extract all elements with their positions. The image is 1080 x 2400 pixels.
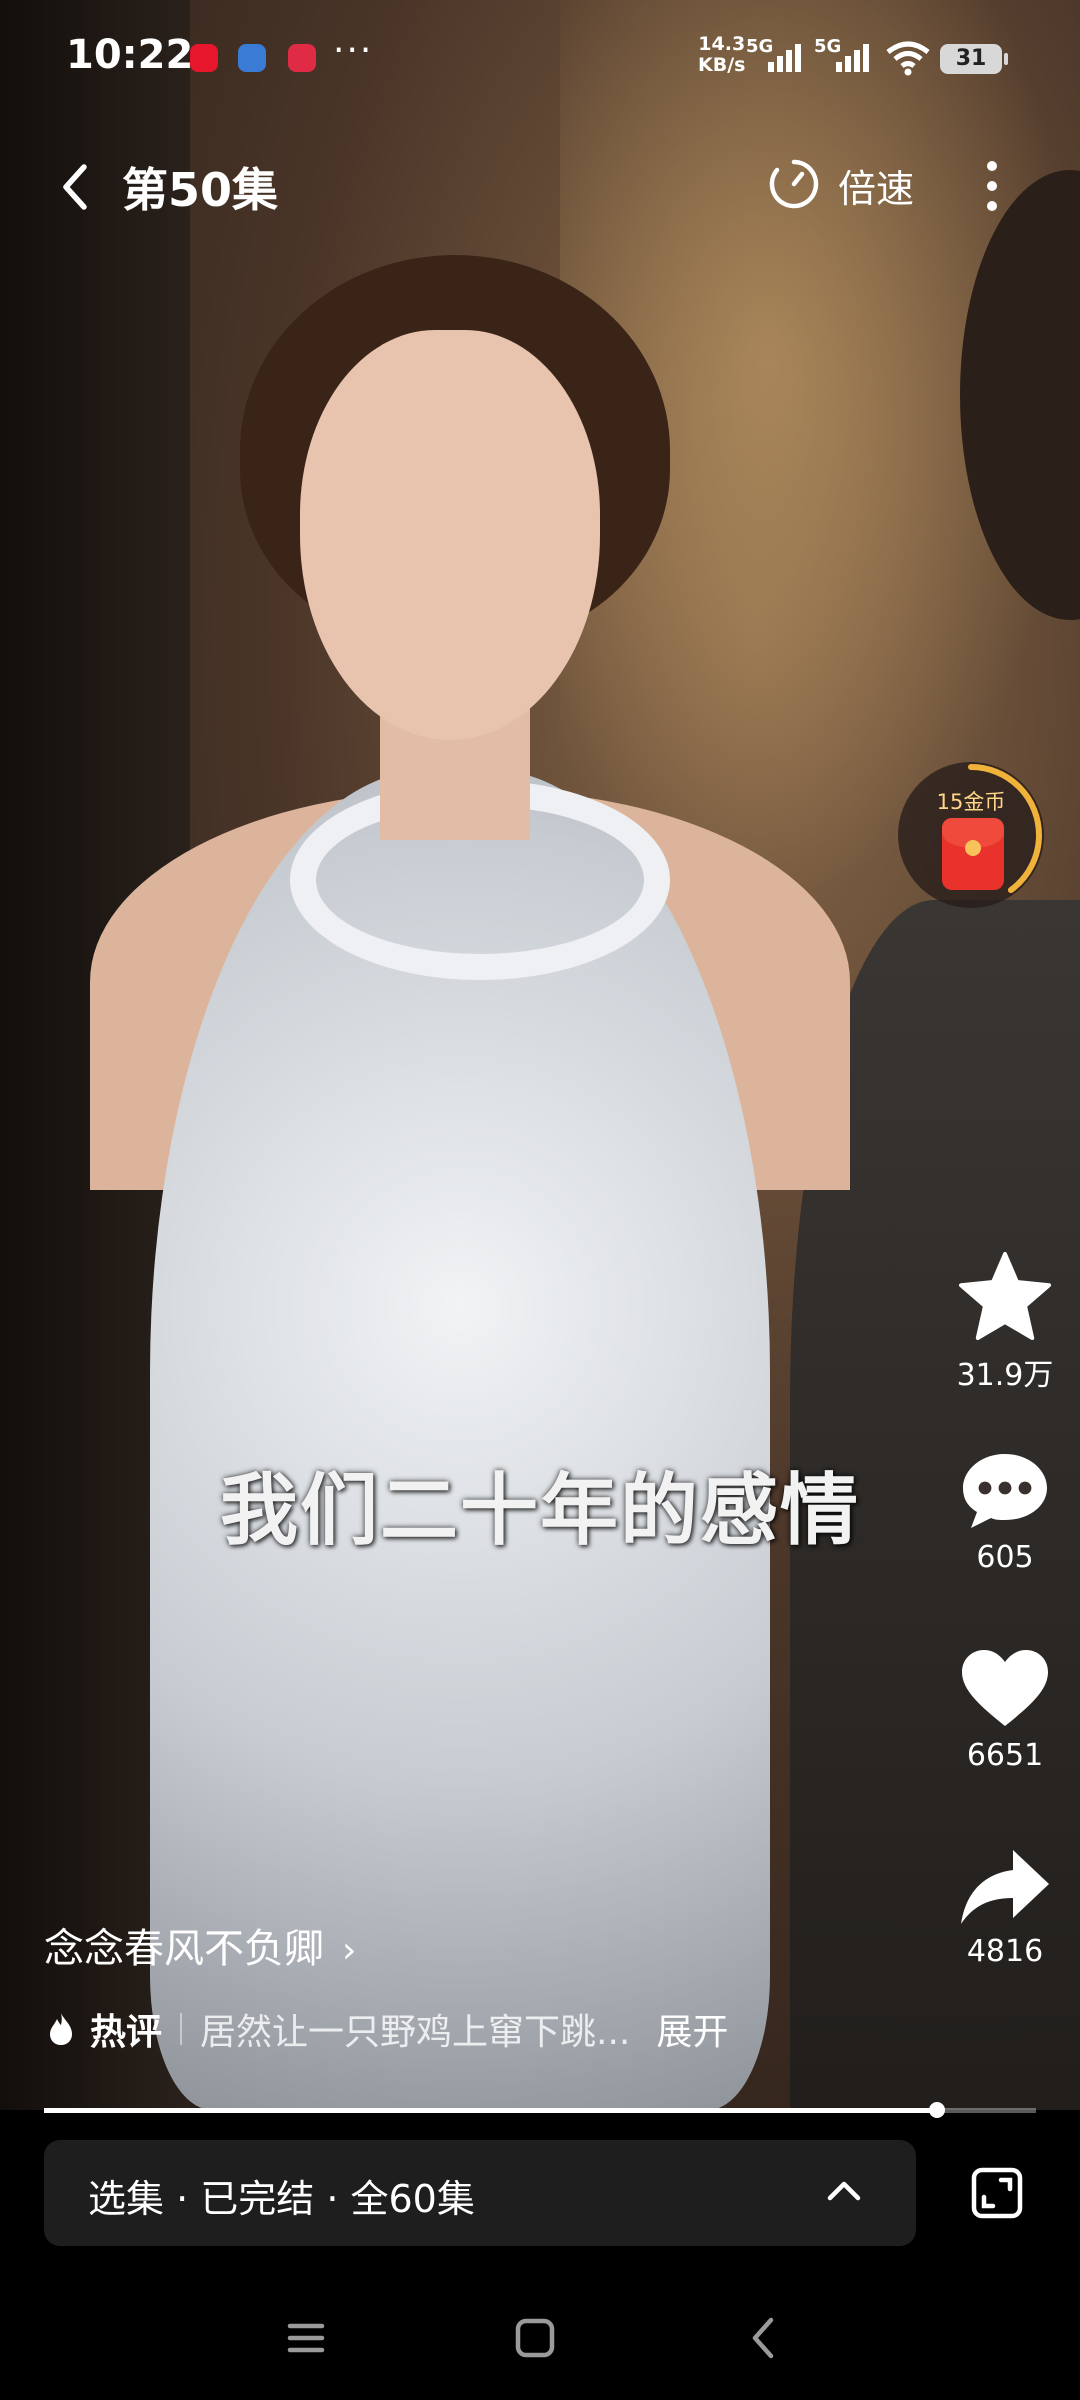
episode-selector[interactable]: 选集 · 已完结 · 全60集: [44, 2140, 916, 2246]
chevron-right-icon: ›: [342, 1930, 357, 1971]
star-icon: [959, 1252, 1051, 1340]
video-app-icon: [288, 44, 316, 72]
signal-sim1-icon: 5G: [746, 36, 806, 76]
episode-selector-label: 选集 · 已完结 · 全60集: [88, 2177, 475, 2221]
app-icon: [238, 44, 266, 72]
system-nav-bar: [0, 2280, 1080, 2400]
heart-icon: [962, 1650, 1048, 1726]
share-button[interactable]: 4816: [950, 1848, 1060, 1969]
wifi-icon: [886, 41, 930, 76]
favorite-count: 31.9万: [956, 1358, 1054, 1393]
net-speed-unit: KB/s: [698, 54, 746, 76]
top-bar: 第50集 倍速: [0, 140, 1080, 230]
like-button[interactable]: 6651: [950, 1648, 1060, 1773]
status-bar: 10:22 ··· 14.3 KB/s 5G 5G 31: [0, 0, 1080, 120]
drama-title: 念念春风不负卿: [44, 1926, 324, 1972]
video-progress-bar[interactable]: [44, 2102, 1036, 2118]
hot-comment-text: 居然让一只野鸡上窜下跳...: [200, 2012, 631, 2053]
status-time: 10:22: [66, 32, 194, 78]
more-notifications-icon: ···: [333, 30, 374, 71]
home-icon[interactable]: [505, 2308, 565, 2368]
speed-button[interactable]: 倍速: [838, 158, 914, 213]
hot-comment-label: 热评: [90, 2012, 163, 2053]
more-options-icon[interactable]: [972, 158, 1012, 214]
video-progress-knob[interactable]: [928, 2102, 945, 2118]
expand-button[interactable]: 展开: [656, 2003, 728, 2055]
drama-title-link[interactable]: 念念春风不负卿 ›: [44, 1916, 356, 1974]
net-speed: 14.3 KB/s: [698, 34, 745, 76]
video-subtitle: 我们二十年的感情: [219, 1466, 860, 1556]
net-speed-value: 14.3: [698, 33, 746, 55]
favorite-button[interactable]: 31.9万: [950, 1250, 1060, 1394]
like-count: 6651: [966, 1738, 1044, 1773]
share-icon: [961, 1850, 1049, 1924]
menu-icon[interactable]: [276, 2308, 336, 2368]
woman-face: [300, 330, 600, 740]
video-progress-fill: [44, 2108, 937, 2113]
weibo-icon: [190, 44, 218, 72]
divider: [180, 2013, 183, 2045]
back-icon[interactable]: [735, 2308, 795, 2368]
signal-sim2-icon: 5G: [814, 36, 874, 76]
battery-icon: 31: [940, 44, 1008, 74]
share-count: 4816: [966, 1934, 1044, 1969]
episode-title: 第50集: [122, 163, 279, 217]
coin-reward-widget[interactable]: 15金币: [898, 762, 1044, 908]
video-player[interactable]: [0, 0, 1080, 2110]
coin-label: 15金币: [936, 790, 1006, 814]
red-packet-icon: [942, 818, 1004, 890]
flame-icon: [50, 2013, 72, 2045]
fullscreen-icon[interactable]: [970, 2166, 1024, 2220]
speed-icon[interactable]: [768, 158, 820, 210]
chevron-up-icon: [827, 2181, 861, 2201]
hot-comment[interactable]: 热评 居然让一只野鸡上窜下跳... 展开: [48, 2004, 728, 2054]
back-arrow-icon[interactable]: [56, 162, 96, 212]
